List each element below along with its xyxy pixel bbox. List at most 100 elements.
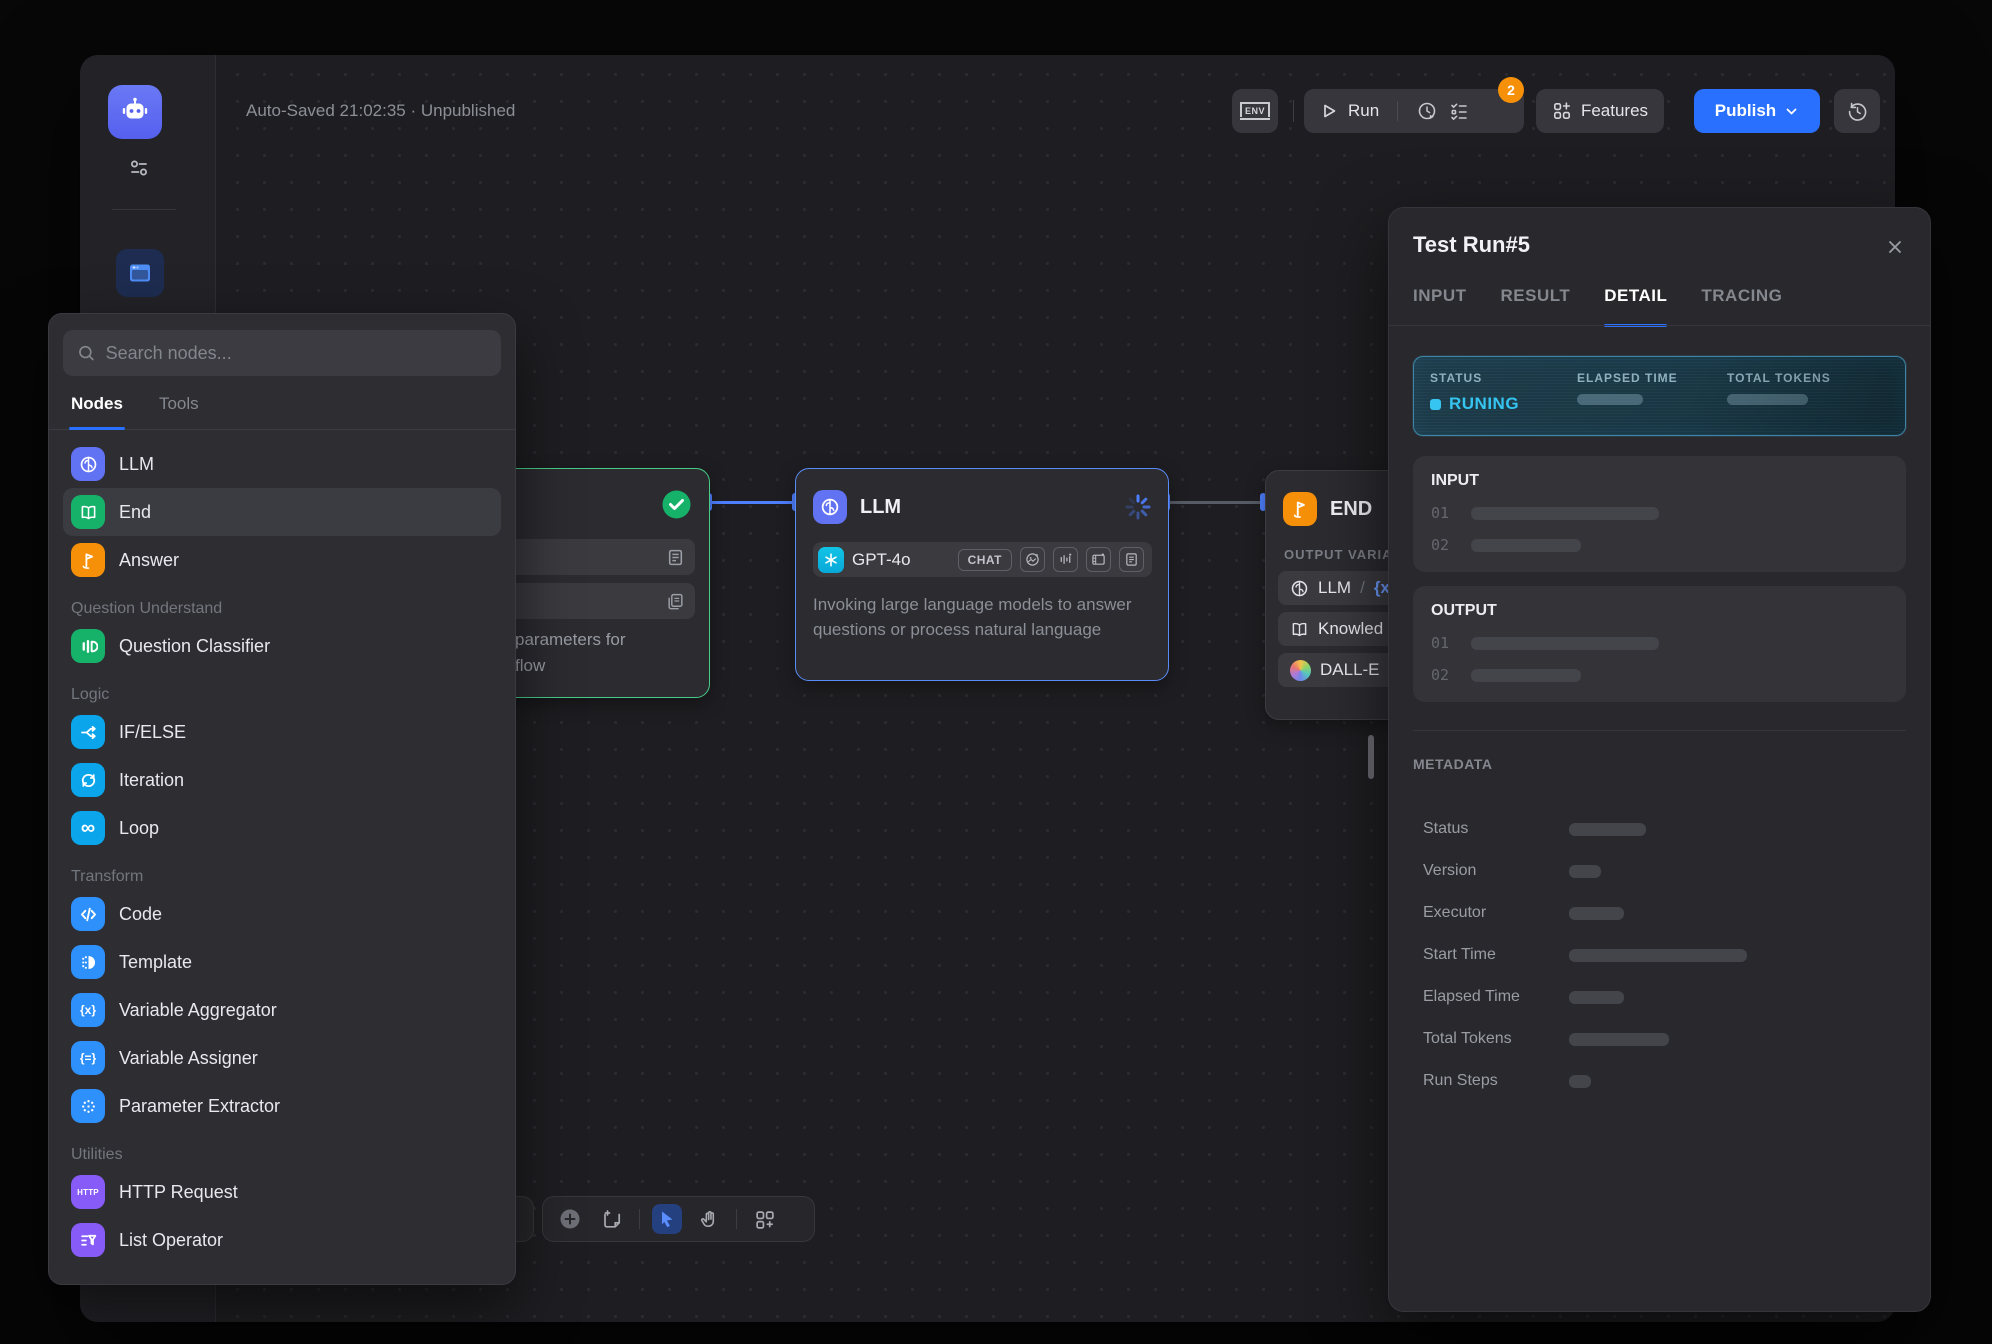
preview-window-button[interactable] bbox=[116, 249, 164, 297]
http-icon: HTTP bbox=[71, 1175, 105, 1209]
run-status-card: STATUS RUNING ELAPSED TIME TOTAL TOKENS bbox=[1413, 356, 1906, 436]
skeleton-bar bbox=[1569, 1075, 1591, 1088]
loop-infinity-icon: ∞ bbox=[71, 811, 105, 845]
workflow-settings-icon[interactable] bbox=[126, 155, 152, 181]
tab-tracing[interactable]: TRACING bbox=[1701, 286, 1782, 325]
llm-node[interactable]: LLM bbox=[795, 468, 1169, 681]
add-note-button[interactable] bbox=[597, 1204, 627, 1234]
play-icon bbox=[1320, 102, 1338, 120]
meta-label: Run Steps bbox=[1423, 1072, 1569, 1090]
end-book-icon bbox=[71, 495, 105, 529]
tab-result[interactable]: RESULT bbox=[1501, 286, 1571, 325]
input-title: INPUT bbox=[1431, 472, 1888, 490]
palette-item-llm[interactable]: LLM bbox=[63, 440, 501, 488]
section-transform: Transform bbox=[63, 868, 501, 886]
palette-item-variable-aggregator[interactable]: {x} Variable Aggregator bbox=[63, 986, 501, 1034]
tab-input[interactable]: INPUT bbox=[1413, 286, 1467, 325]
close-icon bbox=[1887, 239, 1903, 255]
item-label: Answer bbox=[119, 550, 179, 571]
skeleton-bar bbox=[1569, 949, 1747, 962]
skeleton-bar bbox=[1471, 507, 1659, 520]
metadata-title: METADATA bbox=[1413, 756, 1492, 772]
skeleton-bar bbox=[1569, 865, 1601, 878]
add-node-button[interactable] bbox=[555, 1204, 585, 1234]
palette-item-variable-assigner[interactable]: {=} Variable Assigner bbox=[63, 1034, 501, 1082]
window-icon bbox=[127, 260, 153, 286]
llm-brain-icon bbox=[813, 490, 847, 524]
palette-item-iteration[interactable]: Iteration bbox=[63, 756, 501, 804]
total-tokens-label: TOTAL TOKENS bbox=[1727, 371, 1831, 385]
variable-x-icon: {x} bbox=[71, 993, 105, 1027]
run-panel-tabs: INPUT RESULT DETAIL TRACING bbox=[1413, 286, 1906, 325]
organize-layout-button[interactable] bbox=[749, 1204, 779, 1234]
version-history-button[interactable] bbox=[1834, 89, 1880, 133]
model-name: GPT-4o bbox=[852, 550, 950, 570]
image-generation-icon bbox=[1020, 547, 1045, 572]
success-check-icon bbox=[661, 489, 692, 520]
canvas-toolbar bbox=[542, 1196, 815, 1242]
model-selector[interactable]: GPT-4o CHAT bbox=[813, 542, 1152, 577]
section-question-understand: Question Understand bbox=[63, 600, 501, 618]
topbar-divider bbox=[1293, 100, 1294, 122]
skeleton-bar bbox=[1569, 991, 1624, 1004]
tab-detail[interactable]: DETAIL bbox=[1604, 286, 1667, 325]
panel-resize-handle[interactable] bbox=[1368, 735, 1374, 779]
features-button[interactable]: Features bbox=[1536, 89, 1664, 133]
node-palette-panel: Nodes Tools LLM End Answer Question Unde… bbox=[48, 313, 516, 1285]
end-node-title: END bbox=[1330, 498, 1372, 521]
skeleton-bar bbox=[1569, 907, 1624, 920]
tab-tools[interactable]: Tools bbox=[159, 386, 199, 429]
publish-button[interactable]: Publish bbox=[1694, 89, 1820, 133]
llm-brain-icon bbox=[1290, 579, 1309, 598]
palette-item-end[interactable]: End bbox=[63, 488, 501, 536]
node-search[interactable] bbox=[63, 330, 501, 376]
line-number: 02 bbox=[1431, 536, 1449, 554]
search-input[interactable] bbox=[106, 343, 487, 364]
item-label: Question Classifier bbox=[119, 636, 270, 657]
tab-nodes[interactable]: Nodes bbox=[71, 386, 123, 429]
publish-label: Publish bbox=[1715, 101, 1776, 121]
run-button[interactable]: Run bbox=[1348, 101, 1379, 121]
item-label: List Operator bbox=[119, 1230, 223, 1251]
edge-start-to-llm[interactable] bbox=[710, 501, 796, 504]
palette-item-parameter-extractor[interactable]: Parameter Extractor bbox=[63, 1082, 501, 1130]
app-avatar[interactable] bbox=[108, 85, 162, 139]
env-icon: ENV bbox=[1240, 105, 1270, 117]
separator: / bbox=[1360, 578, 1365, 598]
palette-item-loop[interactable]: ∞ Loop bbox=[63, 804, 501, 852]
audio-icon bbox=[1053, 547, 1078, 572]
knowledge-book-icon bbox=[1290, 620, 1309, 639]
meta-label: Executor bbox=[1423, 904, 1569, 922]
palette-item-if-else[interactable]: IF/ELSE bbox=[63, 708, 501, 756]
item-label: Loop bbox=[119, 818, 159, 839]
palette-item-question-classifier[interactable]: Question Classifier bbox=[63, 622, 501, 670]
metadata-row: Start Time bbox=[1423, 934, 1906, 976]
env-variables-button[interactable]: ENV bbox=[1232, 89, 1278, 133]
metadata-rows: Status Version Executor Start Time Elaps… bbox=[1423, 808, 1906, 1102]
pointer-tool-button[interactable] bbox=[652, 1204, 682, 1234]
elapsed-time-label: ELAPSED TIME bbox=[1577, 371, 1678, 385]
metadata-row: Status bbox=[1423, 808, 1906, 850]
hand-tool-button[interactable] bbox=[694, 1204, 724, 1234]
run-history-clock-icon[interactable] bbox=[1416, 100, 1438, 122]
close-button[interactable] bbox=[1882, 234, 1908, 260]
list-filter-icon bbox=[71, 1223, 105, 1257]
item-label: Template bbox=[119, 952, 192, 973]
features-grid-icon bbox=[1552, 101, 1572, 121]
skeleton-bar bbox=[1471, 669, 1581, 682]
history-icon bbox=[1847, 101, 1868, 122]
palette-item-list-operator[interactable]: List Operator bbox=[63, 1216, 501, 1264]
status-label: STATUS bbox=[1430, 371, 1519, 385]
item-label: Parameter Extractor bbox=[119, 1096, 280, 1117]
variable-assign-icon: {=} bbox=[71, 1041, 105, 1075]
item-label: LLM bbox=[119, 454, 154, 475]
palette-item-code[interactable]: Code bbox=[63, 890, 501, 938]
node-list: LLM End Answer Question Understand Quest… bbox=[63, 440, 501, 1264]
palette-item-http-request[interactable]: HTTP HTTP Request bbox=[63, 1168, 501, 1216]
checklist-icon[interactable] bbox=[1448, 100, 1470, 122]
palette-item-template[interactable]: Template bbox=[63, 938, 501, 986]
palette-item-answer[interactable]: Answer bbox=[63, 536, 501, 584]
edge-llm-to-end[interactable] bbox=[1169, 501, 1269, 504]
features-label: Features bbox=[1581, 101, 1648, 121]
end-flag-icon bbox=[1283, 492, 1317, 526]
